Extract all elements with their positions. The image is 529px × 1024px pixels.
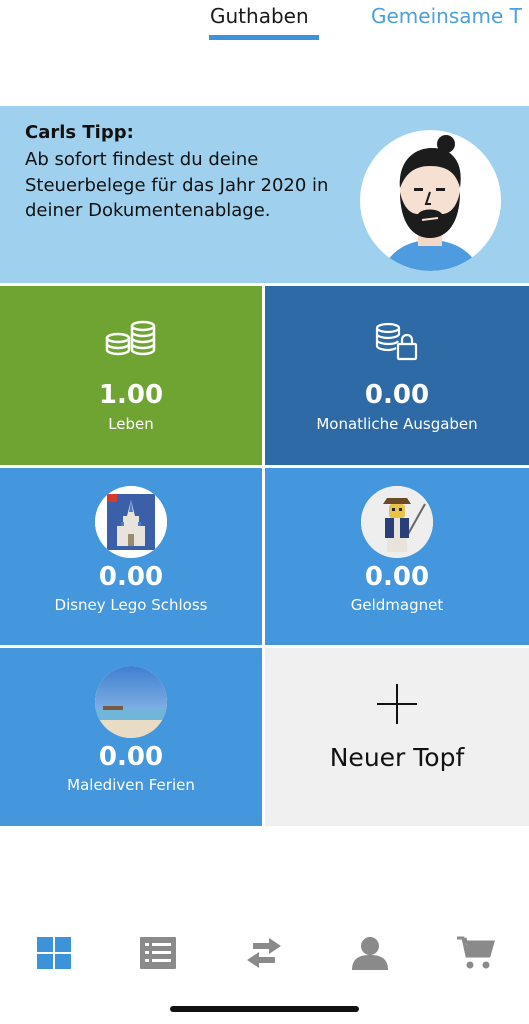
pot-tile-leben[interactable]: 1.00 Leben	[0, 286, 262, 465]
tab-guthaben[interactable]: Guthaben	[210, 4, 309, 28]
tip-text: Ab sofort findest du deine Steuerbelege …	[25, 149, 329, 221]
coins-icon	[104, 320, 158, 366]
pot-amount: 0.00	[364, 380, 430, 410]
transfer-icon	[247, 938, 281, 968]
nav-profile[interactable]	[350, 933, 390, 973]
pot-tile-malediven-ferien[interactable]: 0.00 Malediven Ferien	[0, 648, 262, 826]
list-icon	[140, 937, 176, 969]
tip-title: Carls Tipp:	[25, 122, 134, 143]
pot-label: Disney Lego Schloss	[54, 596, 208, 614]
castle-photo	[95, 486, 167, 558]
new-pot-tile[interactable]: Neuer Topf	[265, 648, 529, 826]
cart-icon	[457, 936, 495, 969]
tab-gemeinsame[interactable]: Gemeinsame T	[371, 4, 522, 28]
pot-amount: 0.00	[364, 562, 430, 592]
plus-icon	[377, 684, 417, 724]
nav-transactions[interactable]	[138, 933, 178, 973]
pot-tile-monatliche-ausgaben[interactable]: 0.00 Monatliche Ausgaben	[265, 286, 529, 465]
pot-label: Malediven Ferien	[67, 776, 195, 794]
grid-icon	[37, 937, 71, 969]
pirate-photo	[361, 486, 433, 558]
carl-avatar	[360, 130, 501, 271]
pot-amount: 0.00	[98, 742, 164, 772]
pot-amount: 0.00	[98, 562, 164, 592]
new-pot-label: Neuer Topf	[329, 743, 465, 772]
top-tabs: Guthaben Gemeinsame T	[0, 0, 529, 60]
pot-label: Leben	[108, 415, 154, 433]
active-tab-indicator	[209, 35, 319, 40]
pot-tile-geldmagnet[interactable]: 0.00 Geldmagnet	[265, 468, 529, 645]
nav-shop[interactable]	[456, 933, 496, 973]
pot-amount: 1.00	[98, 380, 164, 410]
pot-label: Geldmagnet	[350, 596, 444, 614]
bottom-navigation	[0, 925, 529, 980]
beach-photo	[95, 666, 167, 738]
pot-label: Monatliche Ausgaben	[316, 415, 478, 433]
nav-transfer[interactable]	[244, 933, 284, 973]
nav-dashboard[interactable]	[34, 933, 74, 973]
home-indicator	[170, 1006, 359, 1012]
person-icon	[352, 937, 388, 970]
pot-tile-disney-lego-schloss[interactable]: 0.00 Disney Lego Schloss	[0, 468, 262, 645]
coins-lock-icon	[374, 322, 420, 366]
